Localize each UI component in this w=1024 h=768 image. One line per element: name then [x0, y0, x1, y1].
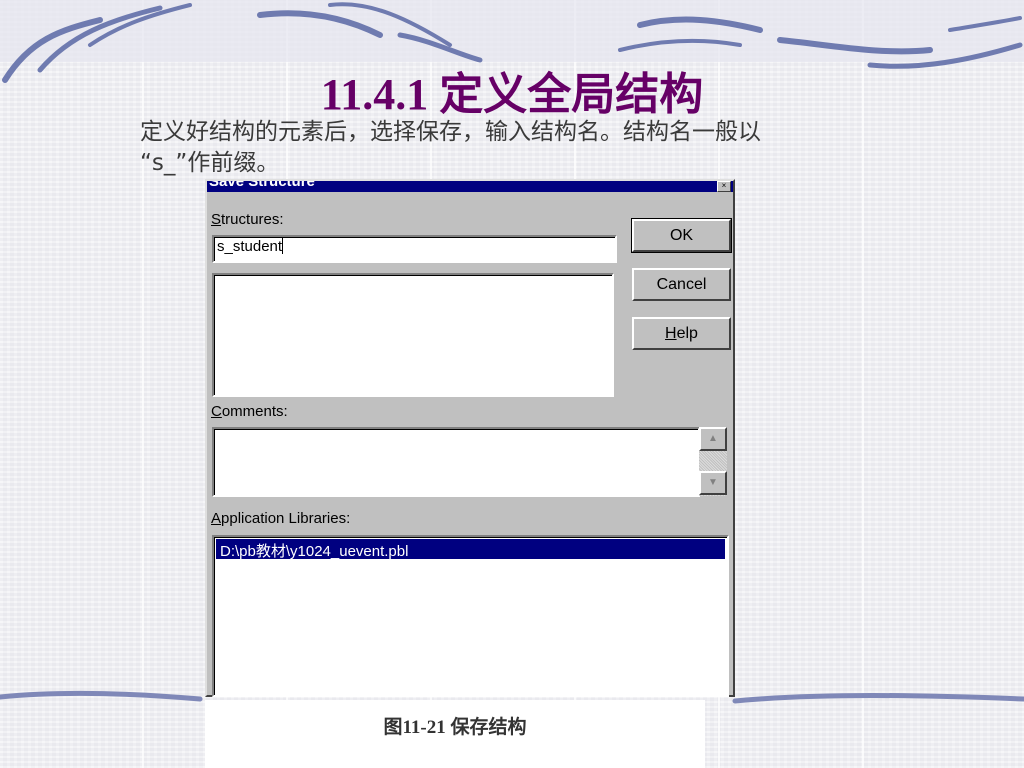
figure-caption: 图11-21 保存结构: [383, 717, 527, 738]
intro-line-2: “s_”作前缀。: [140, 150, 280, 176]
comments-label: Comments:: [211, 403, 288, 420]
structures-list[interactable]: [212, 273, 614, 397]
list-item[interactable]: D:\pb教材\y1024_uevent.pbl: [216, 539, 725, 560]
structures-label: Structures:: [211, 211, 284, 228]
application-libraries-list[interactable]: D:\pb教材\y1024_uevent.pbl: [212, 535, 729, 697]
dialog-title: Save Structure: [209, 181, 315, 190]
dialog-titlebar[interactable]: Save Structure ×: [207, 181, 733, 192]
structure-name-input[interactable]: s_student: [212, 235, 617, 263]
cancel-button[interactable]: Cancel: [632, 268, 731, 301]
slide-title: 11.4.1 定义全局结构: [320, 70, 704, 119]
help-button[interactable]: Help: [632, 317, 731, 350]
comments-scrollbar[interactable]: ▲ ▼: [699, 427, 727, 496]
structure-name-value: s_student: [217, 238, 283, 255]
scroll-up-icon[interactable]: ▲: [699, 427, 727, 451]
application-libraries-label: Application Libraries:: [211, 510, 351, 527]
scroll-down-icon[interactable]: ▼: [699, 471, 727, 495]
intro-line-1: 定义好结构的元素后，选择保存，输入结构名。结构名一般以: [140, 119, 761, 145]
close-icon[interactable]: ×: [717, 181, 731, 192]
figure-caption-box: 图11-21 保存结构: [205, 700, 705, 768]
ok-button[interactable]: OK: [631, 218, 732, 253]
comments-textarea[interactable]: [212, 427, 700, 497]
save-structure-dialog: Save Structure × Structures: s_student O…: [205, 179, 735, 697]
slide-intro-text: 定义好结构的元素后，选择保存，输入结构名。结构名一般以 “s_”作前缀。: [140, 117, 930, 179]
text-caret: [282, 238, 284, 254]
